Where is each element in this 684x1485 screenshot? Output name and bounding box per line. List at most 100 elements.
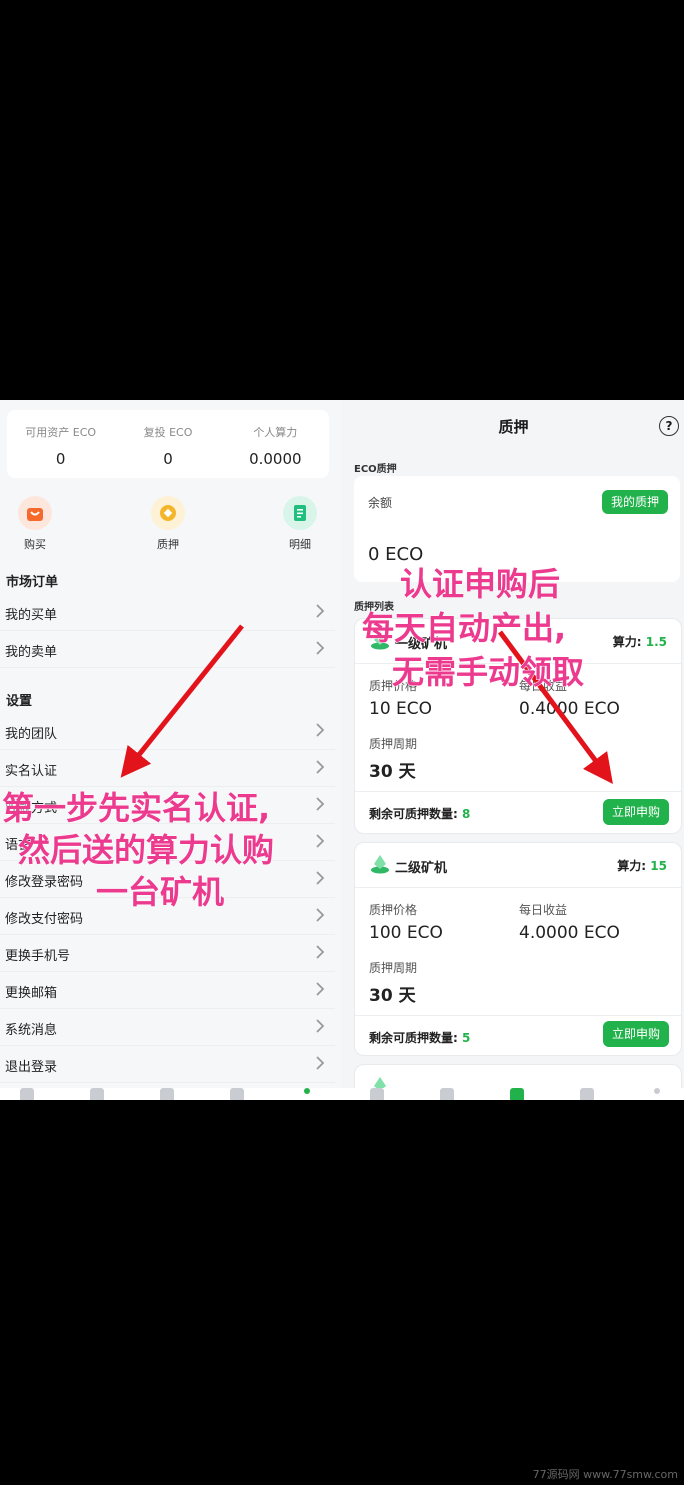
staking-panel: 质押 ? ECO质押 余额 我的质押 0 ECO 质押列表 一级矿机 算力: 1… [343, 400, 684, 1100]
quick-actions: 购买 质押 明细 [0, 496, 341, 556]
account-panel: 可用资产 ECO 0 复投 ECO 0 个人算力 0.0000 购买 质押 明细… [0, 400, 341, 1100]
chevron-right-icon [316, 797, 325, 811]
chevron-right-icon [316, 834, 325, 848]
miner-name: 二级矿机 [395, 861, 448, 876]
stake-tab-icon[interactable] [160, 1088, 174, 1100]
stat-label: 个人算力 [253, 426, 298, 439]
team-tab-icon[interactable] [230, 1088, 244, 1100]
daily-income-value: 0.4000 ECO [519, 699, 620, 719]
market-tab-icon[interactable] [90, 1088, 104, 1100]
my-stakes-button[interactable]: 我的质押 [602, 490, 668, 514]
details-shortcut[interactable]: 明细 [270, 496, 330, 552]
miner-card: 二级矿机 算力: 15 质押价格 100 ECO 每日收益 4.0000 ECO… [354, 842, 682, 1056]
miner-icon [371, 855, 389, 874]
price-value: 10 ECO [369, 699, 433, 719]
chevron-right-icon [316, 871, 325, 885]
home-tab-icon[interactable] [370, 1088, 384, 1100]
annotation-line: 一台矿机 [95, 873, 225, 912]
daily-income-value: 4.0000 ECO [519, 923, 620, 943]
stat-label: 复投 ECO [143, 426, 193, 439]
settings-heading: 设置 [6, 694, 33, 709]
hashrate: 算力: 1.5 [613, 633, 667, 650]
chevron-right-icon [316, 982, 325, 996]
shopping-bag-icon [18, 496, 52, 530]
watermark: 77源码网 www.77smw.com [532, 1468, 678, 1481]
divider [355, 791, 681, 792]
remaining-value: 5 [462, 1031, 471, 1045]
period-value: 30 天 [369, 986, 416, 1006]
hashrate-value: 15 [650, 859, 667, 873]
home-tab-icon[interactable] [20, 1088, 34, 1100]
stake-tab-icon[interactable] [510, 1088, 524, 1100]
menu-row-label: 更换手机号 [5, 949, 71, 964]
stat-label: 可用资产 ECO [25, 426, 97, 439]
menu-row-real-name-verification[interactable]: 实名认证 [0, 750, 335, 787]
profile-tab-icon[interactable] [654, 1088, 660, 1094]
annotation-line: 第一步先实名认证, [1, 789, 271, 828]
stat-personal-hashrate: 个人算力 0.0000 [222, 410, 329, 478]
chevron-right-icon [316, 723, 325, 737]
details-shortcut-label: 明细 [289, 538, 311, 551]
menu-row-label: 实名认证 [5, 764, 58, 779]
market-tab-icon[interactable] [440, 1088, 454, 1100]
chevron-right-icon [316, 641, 325, 655]
menu-row-label: 我的买单 [5, 608, 58, 623]
menu-row-label: 修改支付密码 [5, 912, 84, 927]
stake-shortcut[interactable]: 质押 [138, 496, 198, 552]
annotation-line: 然后送的算力认购 [17, 831, 275, 870]
balance-value: 0 ECO [368, 544, 424, 565]
menu-row-change-email[interactable]: 更换邮箱 [0, 972, 335, 1009]
remaining-quantity: 剩余可质押数量: 5 [369, 1029, 470, 1046]
divider [355, 887, 681, 888]
menu-row-label: 我的卖单 [5, 645, 58, 660]
hashrate: 算力: 15 [617, 857, 667, 874]
divider [355, 1015, 681, 1016]
team-tab-icon[interactable] [580, 1088, 594, 1100]
menu-row-label: 系统消息 [5, 1023, 58, 1038]
period-value: 30 天 [369, 762, 416, 782]
buy-shortcut[interactable]: 购买 [5, 496, 65, 552]
menu-row-system-messages[interactable]: 系统消息 [0, 1009, 335, 1046]
balance-label: 余额 [368, 496, 393, 510]
stat-value: 0 [163, 450, 173, 468]
menu-row-logout[interactable]: 退出登录 [0, 1046, 335, 1083]
buy-shortcut-label: 购买 [24, 538, 46, 551]
coin-icon [151, 496, 185, 530]
document-icon [283, 496, 317, 530]
page-title: 质押 [498, 418, 529, 436]
subscribe-button[interactable]: 立即申购 [603, 799, 669, 825]
menu-row-change-phone[interactable]: 更换手机号 [0, 935, 335, 972]
remaining-label: 剩余可质押数量: [369, 807, 458, 821]
menu-row-label: 我的团队 [5, 727, 58, 742]
market-orders-heading: 市场订单 [6, 575, 59, 590]
menu-row-my-sell-orders[interactable]: 我的卖单 [0, 631, 335, 668]
annotation-line: 每天自动产出, [361, 609, 567, 648]
stat-value: 0.0000 [249, 450, 302, 468]
remaining-value: 8 [462, 807, 471, 821]
subscribe-button[interactable]: 立即申购 [603, 1021, 669, 1047]
profile-tab-icon[interactable] [304, 1088, 310, 1094]
screenshot-area: 可用资产 ECO 0 复投 ECO 0 个人算力 0.0000 购买 质押 明细… [0, 400, 684, 1100]
menu-row-my-team[interactable]: 我的团队 [0, 713, 335, 750]
miner-card: 一级矿机 算力: 1.5 质押价格 10 ECO 每日收益 0.4000 ECO… [354, 618, 682, 834]
chevron-right-icon [316, 1019, 325, 1033]
stat-reinvest-eco: 复投 ECO 0 [114, 410, 221, 478]
daily-income-label: 每日收益 [519, 903, 568, 917]
annotation-line: 无需手动领取 [391, 653, 585, 692]
stat-available-eco: 可用资产 ECO 0 [7, 410, 114, 478]
menu-row-label: 修改登录密码 [5, 875, 84, 890]
help-icon[interactable]: ? [659, 416, 679, 436]
period-label: 质押周期 [369, 961, 418, 975]
hashrate-label: 算力: [617, 859, 647, 873]
period-label: 质押周期 [369, 737, 418, 751]
remaining-quantity: 剩余可质押数量: 8 [369, 805, 470, 822]
chevron-right-icon [316, 945, 325, 959]
price-label: 质押价格 [369, 903, 418, 917]
hashrate-label: 算力: [612, 635, 642, 649]
menu-row-label: 退出登录 [5, 1060, 58, 1075]
stake-shortcut-label: 质押 [157, 538, 179, 551]
eco-staking-label: ECO质押 [354, 464, 397, 475]
menu-row-my-buy-orders[interactable]: 我的买单 [0, 594, 335, 631]
remaining-label: 剩余可质押数量: [369, 1031, 458, 1045]
annotation-line: 认证申购后 [399, 565, 561, 604]
